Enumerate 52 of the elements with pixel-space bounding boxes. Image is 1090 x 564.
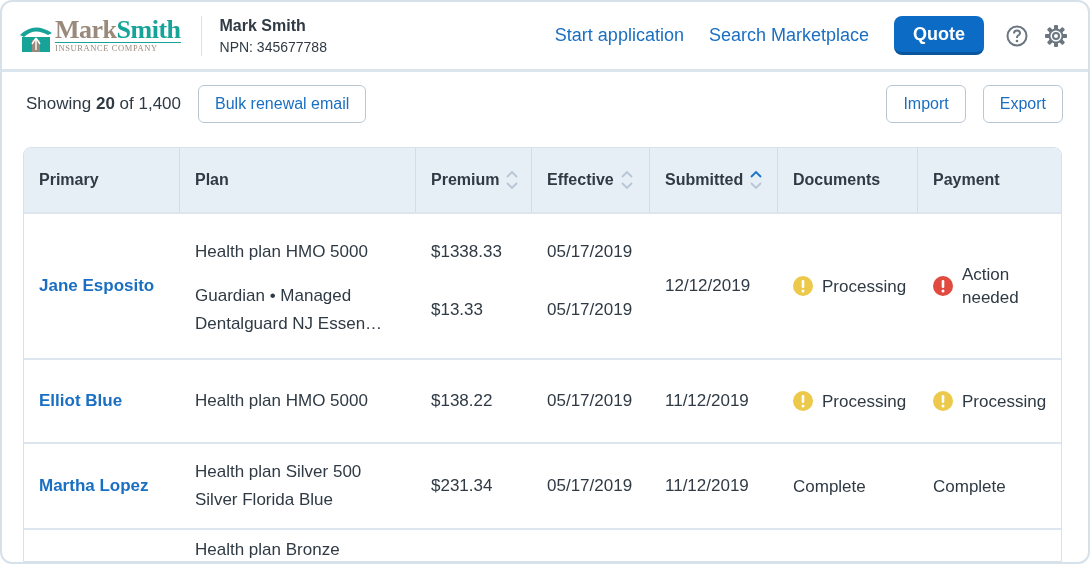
submitted-date: 12/12/2019 <box>665 276 751 296</box>
sort-icon <box>749 169 764 191</box>
premium-amount: $231.34 <box>431 476 493 496</box>
effective-date: 05/17/2019 <box>547 242 633 262</box>
plan-name: Health plan Bronze <box>195 539 340 561</box>
column-header: Payment <box>932 170 1001 190</box>
member-name-link[interactable]: Martha Lopez <box>39 476 149 496</box>
premium-amount: $13.33 <box>431 300 483 320</box>
status-text: Processing <box>962 390 1047 413</box>
sort-icon <box>505 169 520 191</box>
column-header: Primary <box>24 148 180 212</box>
status-text: Complete <box>793 475 866 498</box>
column-header: Plan <box>180 148 416 212</box>
quote-button[interactable]: Quote <box>894 16 984 55</box>
effective-date: 05/17/2019 <box>547 476 633 496</box>
submitted-date: 11/12/2019 <box>665 391 749 411</box>
member-name-link[interactable]: Elliot Blue <box>39 391 123 411</box>
column-header[interactable]: Submitted <box>650 148 778 212</box>
toolbar-button[interactable]: Export <box>982 85 1063 123</box>
effective-date: 05/17/2019 <box>547 300 633 320</box>
nav-link[interactable]: Start application <box>554 25 684 46</box>
warning-icon <box>933 391 953 411</box>
sort-icon <box>619 169 634 191</box>
member-name-link[interactable]: Jane Esposito <box>39 276 155 296</box>
logo-wordmark: MarkSmith <box>55 18 181 42</box>
nav-link[interactable]: Search Marketplace <box>708 25 869 46</box>
plan-name: Health plan HMO 5000 <box>195 390 368 412</box>
premium-amount: $1338.33 <box>431 242 502 262</box>
plan-name: Health plan Silver 500 Silver Florida Blue <box>195 461 362 511</box>
column-header[interactable]: Effective <box>532 148 650 212</box>
error-icon <box>933 276 953 296</box>
status-text: Complete <box>933 475 1006 498</box>
submitted-date: 11/12/2019 <box>665 476 749 496</box>
status-text: Processing <box>822 275 907 298</box>
settings-icon[interactable] <box>1044 23 1068 48</box>
help-icon[interactable] <box>1006 24 1028 47</box>
plan-name: Guardian • Managed Dentalguard NJ Essen… <box>195 285 383 335</box>
toolbar-button[interactable]: Import <box>886 85 966 123</box>
result-count: Showing 20 of 1,400 <box>26 94 182 114</box>
agent-name: Mark Smith <box>219 16 307 35</box>
warning-icon <box>793 276 813 296</box>
effective-date: 05/17/2019 <box>547 391 633 411</box>
column-header: Documents <box>778 148 918 212</box>
plan-name: Health plan HMO 5000 <box>195 241 368 263</box>
bulk-email-button[interactable]: Bulk renewal email <box>198 85 367 123</box>
status-text: Processing <box>822 390 907 413</box>
warning-icon <box>793 391 813 411</box>
agent-npn: NPN: 345677788 <box>219 38 327 55</box>
logo-tagline: INSURANCE COMPANY <box>55 42 181 53</box>
status-text: Action needed <box>962 264 1019 309</box>
column-header[interactable]: Premium <box>416 148 532 212</box>
premium-amount: $138.22 <box>431 391 493 411</box>
